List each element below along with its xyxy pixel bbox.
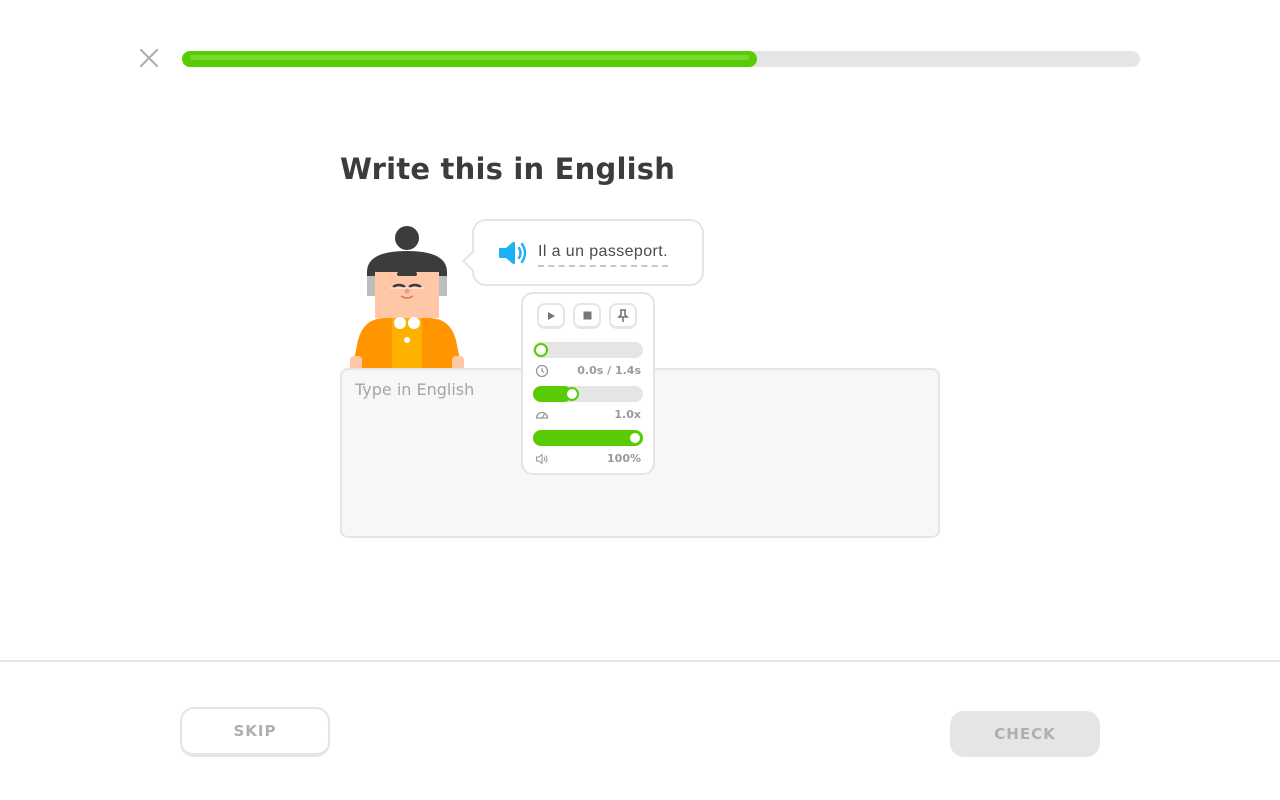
footer-divider [0, 660, 1280, 662]
skip-button[interactable]: SKIP [180, 707, 330, 757]
volume-slider[interactable] [533, 430, 643, 446]
speedometer-icon [535, 411, 549, 419]
foreign-sentence[interactable]: Il a un passeport. [538, 241, 668, 267]
clock-icon [535, 364, 549, 378]
speech-bubble: Il a un passeport. [462, 219, 704, 286]
speaker-icon [499, 241, 527, 265]
speed-readout: 1.0x [614, 408, 641, 421]
stop-icon [583, 311, 591, 320]
lesson-progress-bar [182, 51, 1140, 67]
volume-slider-fill [533, 430, 643, 446]
speed-slider[interactable] [533, 386, 643, 402]
time-slider[interactable] [533, 342, 643, 358]
speaker-button[interactable] [498, 239, 528, 267]
lesson-page: Write this in English Il a un passeport.… [0, 0, 1280, 800]
close-button[interactable] [137, 46, 161, 70]
character-illustration [350, 226, 464, 370]
lesson-progress-shine [190, 55, 749, 60]
volume-slider-knob[interactable] [628, 431, 642, 445]
pin-button[interactable] [609, 303, 637, 329]
speed-slider-knob[interactable] [565, 387, 579, 401]
pin-icon [617, 308, 629, 322]
play-icon [548, 311, 555, 320]
volume-readout: 100% [607, 452, 641, 465]
check-button[interactable]: CHECK [950, 711, 1100, 757]
close-icon [139, 48, 159, 68]
time-readout: 0.0s / 1.4s [577, 364, 641, 377]
exercise-title: Write this in English [340, 152, 676, 186]
stop-button[interactable] [573, 303, 601, 329]
audio-control-panel: 0.0s / 1.4s 1.0x 100% [521, 292, 655, 475]
time-slider-knob[interactable] [534, 343, 548, 357]
volume-icon [535, 453, 548, 465]
play-button[interactable] [537, 303, 565, 329]
